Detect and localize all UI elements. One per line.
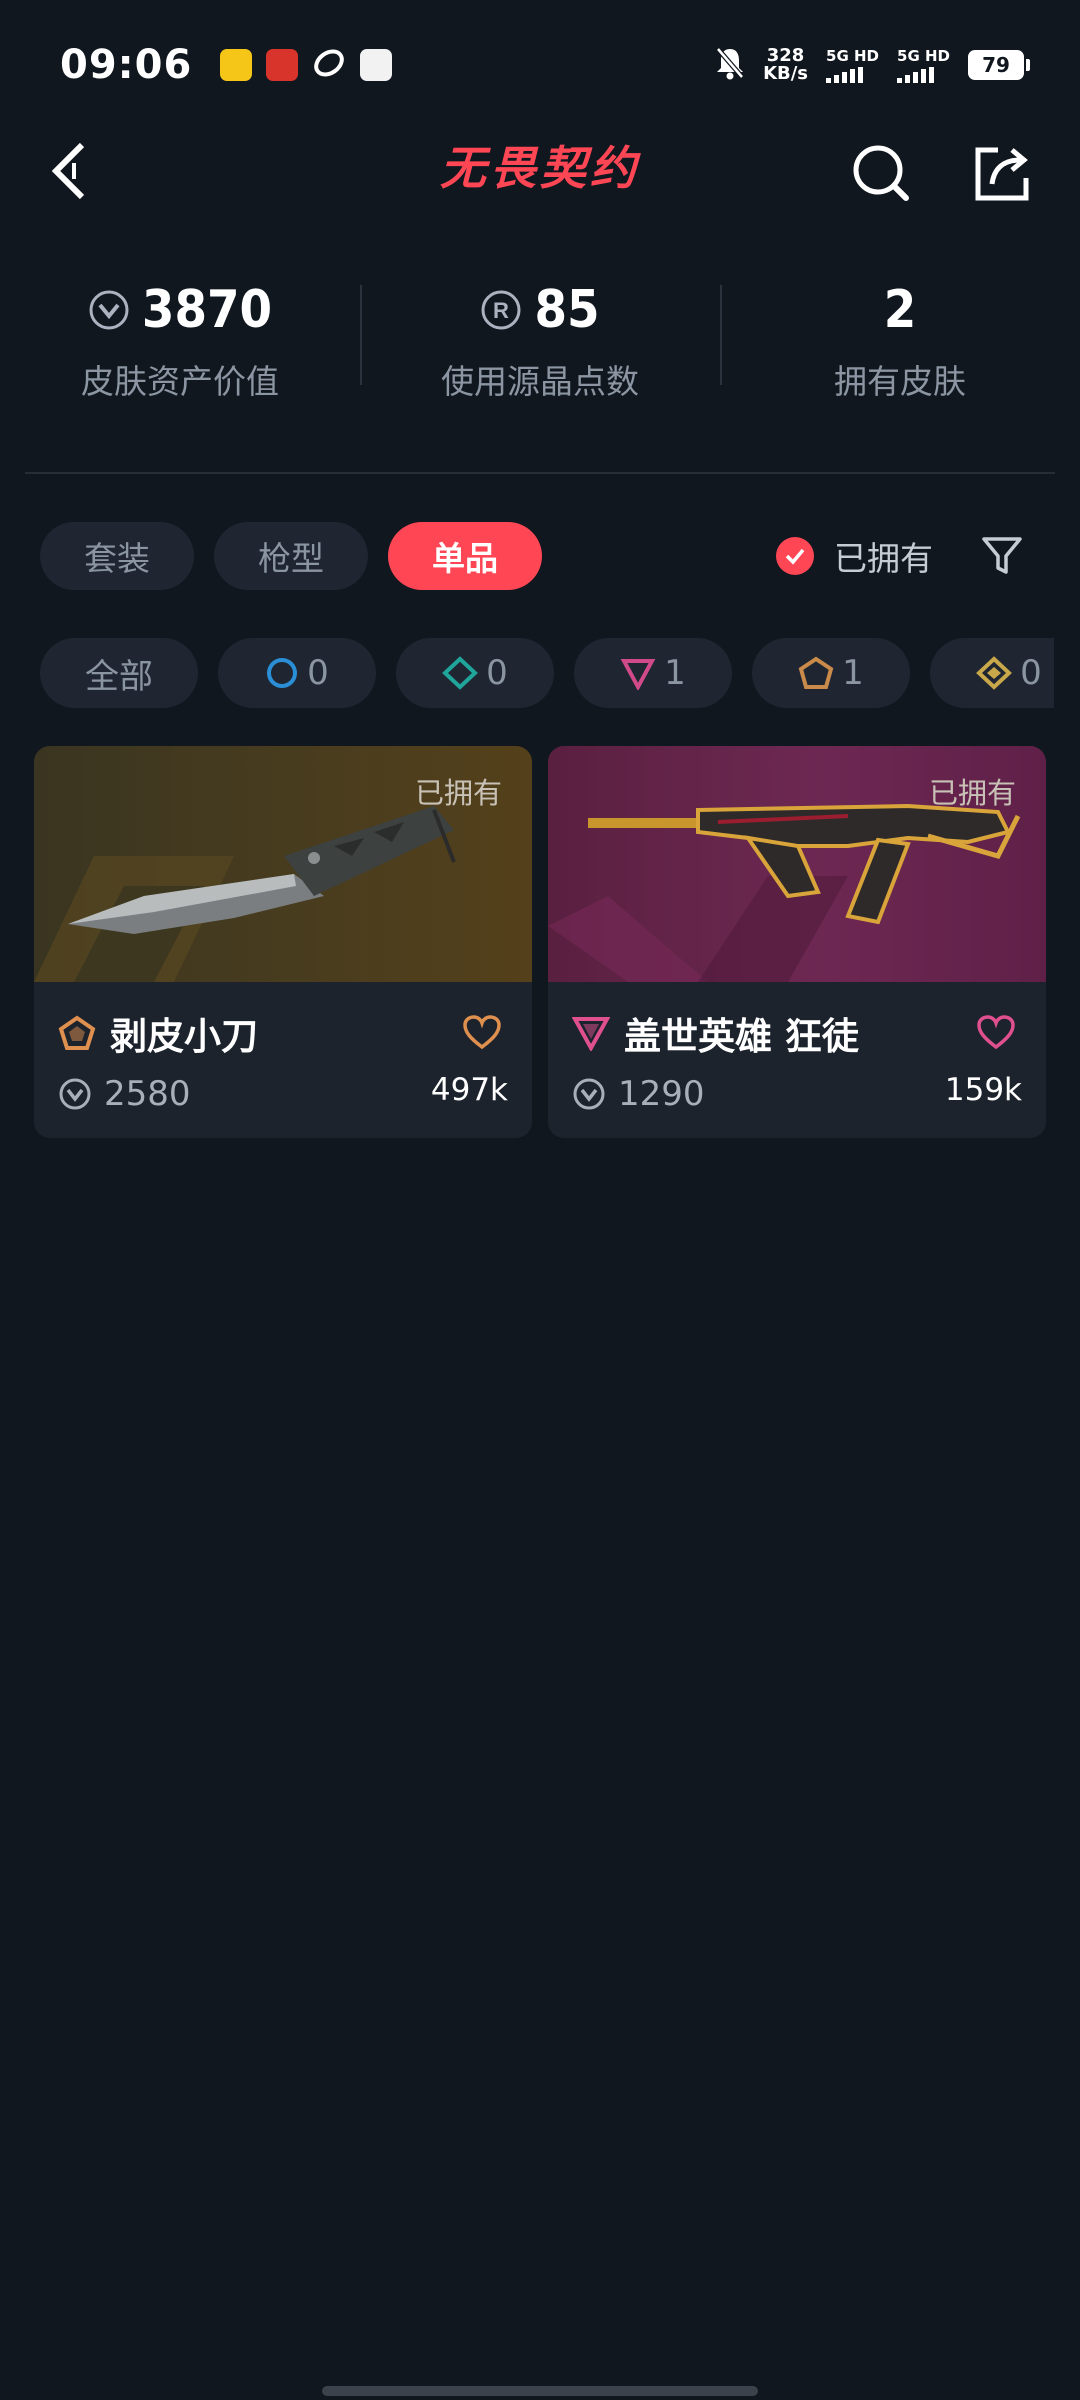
sim1-signal: 5G HD bbox=[826, 48, 879, 83]
premium-tier-icon bbox=[620, 659, 656, 690]
square-app-icon bbox=[360, 49, 393, 81]
heart-icon bbox=[463, 1015, 501, 1050]
tier-filter-exclusive[interactable]: 1 bbox=[752, 638, 910, 708]
favorite-button[interactable] bbox=[462, 1014, 502, 1054]
home-indicator[interactable] bbox=[322, 2386, 758, 2396]
battery-indicator: 79 bbox=[968, 50, 1030, 80]
network-speed: 328 KB/s bbox=[763, 45, 809, 84]
back-icon bbox=[51, 142, 85, 200]
status-time: 09:06 bbox=[60, 42, 193, 88]
stat-value: 85 bbox=[534, 280, 600, 340]
favorite-count: 159k bbox=[944, 1072, 1022, 1108]
favorite-button[interactable] bbox=[976, 1014, 1016, 1054]
tab-weapon-types[interactable]: 枪型 bbox=[214, 522, 368, 590]
tier-filter-deluxe[interactable]: 0 bbox=[396, 638, 554, 708]
skin-name: 盖世英雄 狂徒 bbox=[624, 1015, 859, 1058]
back-button[interactable] bbox=[40, 136, 100, 206]
stat-radianite-used: R 85 使用源晶点数 bbox=[360, 275, 720, 415]
tier-label: 全部 bbox=[85, 656, 153, 697]
stat-value: 2 bbox=[883, 280, 917, 340]
skin-card[interactable]: 已拥有 剥皮小刀 2580 497k bbox=[34, 746, 532, 1138]
app-header: 无畏契约 bbox=[0, 130, 1080, 210]
exclusive-tier-icon bbox=[58, 1015, 96, 1050]
status-bar: 09:06 328 KB/s 5G HD 5G HD 79 bbox=[0, 0, 1080, 130]
notification-icons bbox=[220, 46, 393, 84]
skin-price: 2580 bbox=[104, 1074, 191, 1114]
stat-skin-value: 3870 皮肤资产价值 bbox=[0, 275, 360, 415]
premium-tier-icon bbox=[572, 1017, 610, 1051]
search-icon bbox=[853, 145, 909, 201]
skin-price: 1290 bbox=[618, 1074, 705, 1114]
ultra-tier-icon bbox=[976, 656, 1013, 690]
divider bbox=[25, 472, 1055, 474]
stat-owned-skins: 2 拥有皮肤 bbox=[720, 275, 1080, 415]
link-app-icon bbox=[312, 46, 346, 84]
tier-count: 0 bbox=[1020, 653, 1042, 693]
stat-value: 3870 bbox=[141, 280, 273, 340]
heart-icon bbox=[977, 1015, 1015, 1050]
vp-icon bbox=[59, 1078, 91, 1110]
skin-card[interactable]: 已拥有 盖世英雄 狂徒 1290 159k bbox=[548, 746, 1046, 1138]
skin-card-grid: 已拥有 剥皮小刀 2580 497k 已拥有 盖世英雄 狂徒 1290 159k bbox=[34, 746, 1046, 1138]
tier-count: 1 bbox=[842, 653, 864, 693]
filter-icon bbox=[982, 537, 1022, 574]
owned-filter-toggle[interactable]: 已拥有 bbox=[776, 532, 933, 580]
asset-stats: 3870 皮肤资产价值 R 85 使用源晶点数 2 拥有皮肤 bbox=[0, 275, 1080, 415]
skin-image: 已拥有 bbox=[34, 746, 532, 982]
news-app-icon bbox=[266, 49, 299, 81]
svg-text:R: R bbox=[493, 298, 509, 323]
favorite-count: 497k bbox=[430, 1072, 508, 1108]
tier-count: 0 bbox=[486, 653, 508, 693]
checkbox-checked-icon bbox=[776, 537, 814, 575]
stat-label: 拥有皮肤 bbox=[834, 362, 966, 401]
filter-button[interactable] bbox=[976, 530, 1028, 582]
tier-filter-all[interactable]: 全部 bbox=[40, 638, 198, 708]
share-button[interactable] bbox=[968, 138, 1038, 208]
select-tier-icon bbox=[267, 658, 298, 688]
category-tabs: 套装 枪型 单品 bbox=[40, 522, 542, 590]
skin-name: 剥皮小刀 bbox=[110, 1015, 258, 1058]
share-icon bbox=[975, 147, 1029, 201]
tab-bundles[interactable]: 套装 bbox=[40, 522, 194, 590]
sim2-signal: 5G HD bbox=[897, 48, 950, 83]
tier-filter-list: 全部 0 0 1 1 0 bbox=[40, 638, 1054, 708]
tier-filter-ultra[interactable]: 0 bbox=[930, 638, 1054, 708]
vp-icon bbox=[573, 1078, 605, 1110]
signal-bars-icon bbox=[897, 66, 935, 83]
signal-bars-icon bbox=[826, 66, 864, 83]
owned-tag: 已拥有 bbox=[928, 776, 1016, 810]
deluxe-tier-icon bbox=[442, 656, 479, 690]
tab-single-items[interactable]: 单品 bbox=[388, 522, 542, 590]
radianite-icon: R bbox=[481, 290, 521, 330]
exclusive-tier-icon bbox=[798, 656, 834, 689]
weibo-app-icon bbox=[220, 49, 253, 81]
tier-count: 0 bbox=[307, 653, 329, 693]
stat-label: 皮肤资产价值 bbox=[81, 362, 279, 401]
tier-filter-premium[interactable]: 1 bbox=[574, 638, 732, 708]
skin-image: 已拥有 bbox=[548, 746, 1046, 982]
search-button[interactable] bbox=[846, 138, 916, 208]
brand-logo: 无畏契约 bbox=[440, 141, 640, 195]
tier-count: 1 bbox=[664, 653, 686, 693]
owned-tag: 已拥有 bbox=[414, 776, 502, 810]
vp-icon bbox=[89, 290, 129, 330]
stat-label: 使用源晶点数 bbox=[441, 362, 639, 401]
tier-filter-select[interactable]: 0 bbox=[218, 638, 376, 708]
owned-filter-label: 已拥有 bbox=[834, 539, 933, 578]
mute-bell-icon bbox=[715, 46, 745, 84]
